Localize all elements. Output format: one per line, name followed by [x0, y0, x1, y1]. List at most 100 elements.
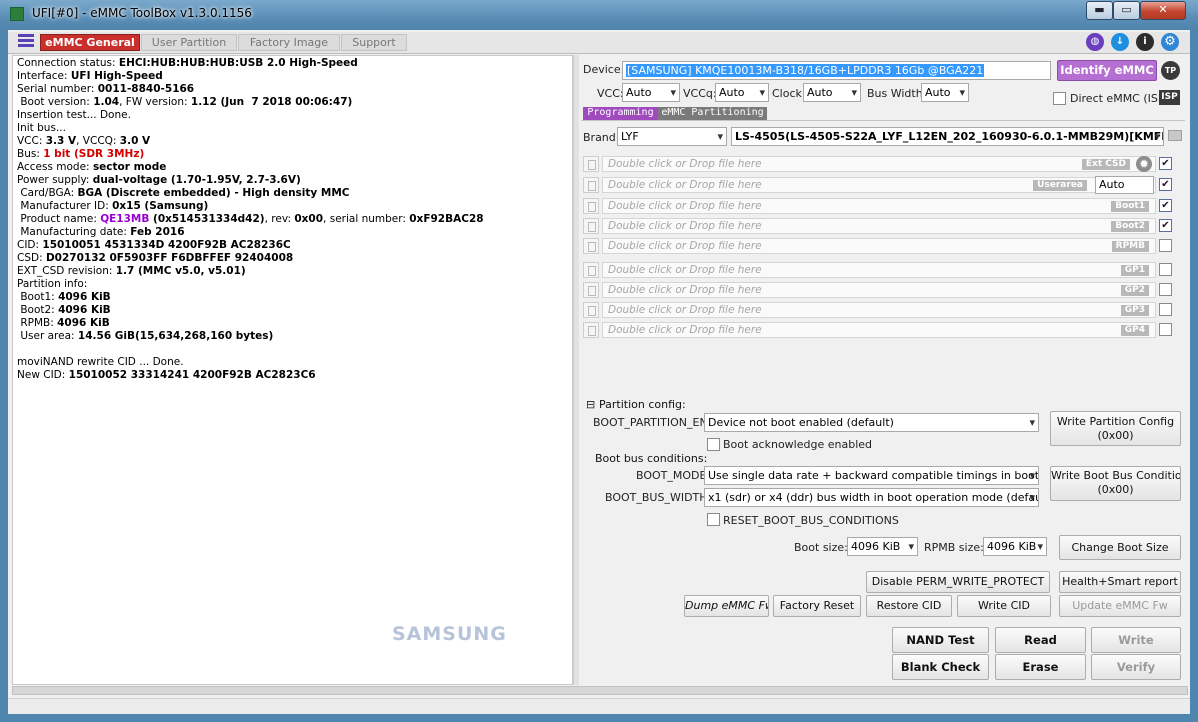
verify-button[interactable]: Verify [1091, 654, 1181, 680]
file-drop-field[interactable]: Double click or Drop file here GP4 [602, 322, 1156, 338]
identify-emmc-button[interactable]: Identify eMMC [1057, 60, 1157, 81]
close-button[interactable]: ✕ [1140, 1, 1186, 20]
write-cid-button[interactable]: Write CID [957, 595, 1051, 617]
tab-user-partition[interactable]: User Partition [141, 34, 237, 51]
factory-reset-button[interactable]: Factory Reset [773, 595, 861, 617]
boot-bus-title: Boot bus conditions: [595, 452, 708, 465]
boot-bus-width-select[interactable]: x1 (sdr) or x4 (ddr) bus width in boot o… [704, 488, 1039, 507]
change-boot-size-button[interactable]: Change Boot Size [1059, 535, 1181, 560]
tab-factory-image[interactable]: Factory Image [238, 34, 340, 51]
restore-cid-button[interactable]: Restore CID [866, 595, 952, 617]
ext-csd-gear-icon[interactable]: ✹ [1136, 156, 1152, 172]
info-icon[interactable]: i [1136, 33, 1154, 51]
log-text: (0x514531334d42) [149, 213, 265, 225]
bus-width-select[interactable]: Auto [921, 83, 969, 102]
file-drop-field[interactable]: Double click or Drop file here Ext CSD [602, 156, 1156, 172]
direct-emmc-checkbox[interactable] [1053, 92, 1066, 105]
file-drop-field[interactable]: Double click or Drop file here Userarea [602, 177, 1156, 193]
vcc-select[interactable]: Auto [622, 83, 680, 102]
nand-test-button[interactable]: NAND Test [892, 627, 989, 653]
file-row: Double click or Drop file here GP3 [583, 302, 1156, 318]
boot-ack-checkbox[interactable] [707, 438, 720, 451]
reset-boot-bus-checkbox[interactable] [707, 513, 720, 526]
file-drop-field[interactable]: Double click or Drop file here Boot2 [602, 218, 1156, 234]
erase-button[interactable]: Erase [995, 654, 1086, 680]
collapse-icon[interactable]: ⊟ [586, 398, 595, 411]
minimize-button[interactable]: ▬ [1086, 1, 1113, 20]
file-enable-checkbox[interactable]: ✔ [1159, 157, 1172, 170]
file-icon[interactable] [583, 302, 599, 318]
log-text: RPMB: [17, 317, 58, 329]
file-icon[interactable] [583, 282, 599, 298]
read-button[interactable]: Read [995, 627, 1086, 653]
tab-emmc-general[interactable]: eMMC General [40, 34, 140, 51]
blank-check-button[interactable]: Blank Check [892, 654, 989, 680]
globe-icon[interactable]: ◍ [1086, 33, 1104, 51]
file-drop-field[interactable]: Double click or Drop file here Boot1 [602, 198, 1156, 214]
file-drop-field[interactable]: Double click or Drop file here GP1 [602, 262, 1156, 278]
log-text: QE13MB [100, 213, 150, 225]
boot-mode-select[interactable]: Use single data rate + backward compatib… [704, 466, 1039, 485]
log-line: User area: 14.56 GiB(15,634,268,160 byte… [17, 330, 568, 343]
file-drop-field[interactable]: Double click or Drop file here RPMB [602, 238, 1156, 254]
firmware-select[interactable]: LS-4505(LS-4505-S22A_LYF_L12EN_202_16093… [731, 127, 1164, 146]
file-enable-checkbox[interactable]: ✔ [1159, 199, 1172, 212]
file-icon[interactable] [583, 322, 599, 338]
update-emmc-fw-button[interactable]: Update eMMC Fw [1059, 595, 1181, 617]
dump-emmc-fw-button[interactable]: Dump eMMC Fw [684, 595, 769, 617]
file-icon[interactable] [583, 218, 599, 234]
file-enable-checkbox[interactable] [1159, 303, 1172, 316]
file-enable-checkbox[interactable] [1159, 323, 1172, 336]
file-enable-checkbox[interactable] [1159, 283, 1172, 296]
boot-partition-en-label: BOOT_PARTITION_EN [593, 416, 708, 429]
rpmb-size-select[interactable]: 4096 KiB [983, 537, 1047, 556]
file-icon[interactable] [583, 177, 599, 193]
tp-button[interactable]: TP [1161, 61, 1180, 80]
disable-perm-write-protect-button[interactable]: Disable PERM_WRITE_PROTECT [866, 571, 1050, 593]
file-enable-checkbox[interactable]: ✔ [1159, 178, 1172, 191]
rpmb-size-label: RPMB size: [924, 541, 984, 554]
brand-select[interactable]: LYF [617, 127, 727, 146]
file-drop-field[interactable]: Double click or Drop file here GP3 [602, 302, 1156, 318]
file-enable-checkbox[interactable] [1159, 239, 1172, 252]
log-text: 3.0 V [119, 135, 151, 147]
subtab-emmc-partitioning[interactable]: eMMC Partitioning [658, 107, 767, 120]
userarea-size-field[interactable]: Auto [1095, 176, 1154, 194]
tab-support[interactable]: Support [341, 34, 407, 51]
panel-splitter[interactable] [573, 55, 579, 685]
clock-select[interactable]: Auto [803, 83, 861, 102]
file-icon[interactable] [583, 262, 599, 278]
file-row: Double click or Drop file here GP1 [583, 262, 1156, 278]
isp-badge[interactable]: ISP [1159, 90, 1180, 105]
maximize-button[interactable]: ▭ [1113, 1, 1140, 20]
hamburger-menu-icon[interactable] [18, 34, 34, 50]
file-icon[interactable] [583, 198, 599, 214]
file-enable-checkbox[interactable]: ✔ [1159, 219, 1172, 232]
log-output[interactable]: Connection status: EHCI:HUB:HUB:HUB:USB … [12, 55, 573, 685]
file-icon[interactable] [583, 156, 599, 172]
vccq-select[interactable]: Auto [715, 83, 769, 102]
log-line: Serial number: 0011-8840-5166 [17, 83, 568, 96]
device-field[interactable]: [SAMSUNG] KMQE10013M-B318/16GB+LPDDR3 16… [622, 61, 1051, 80]
file-icon[interactable] [583, 238, 599, 254]
write-boot-bus-button[interactable]: Write Boot Bus Conditions (0x00) [1050, 466, 1181, 501]
log-text: BGA (Discrete embedded) - High density M… [77, 187, 350, 199]
settings-gear-icon[interactable]: ⚙ [1161, 33, 1179, 51]
download-icon[interactable]: ↓ [1111, 33, 1129, 51]
samsung-watermark: SAMSUNG [392, 623, 507, 645]
vccq-label: VCCq: [683, 87, 717, 100]
boot-size-select[interactable]: 4096 KiB [847, 537, 918, 556]
write-partition-config-button[interactable]: Write Partition Config (0x00) [1050, 411, 1181, 446]
file-drop-field[interactable]: Double click or Drop file here GP2 [602, 282, 1156, 298]
folder-icon[interactable] [1168, 130, 1182, 141]
file-placeholder: Double click or Drop file here [608, 264, 762, 276]
log-line: RPMB: 4096 KiB [17, 317, 568, 330]
log-text: Access mode: [17, 161, 93, 173]
health-smart-report-button[interactable]: Health+Smart report [1059, 571, 1181, 593]
file-enable-checkbox[interactable] [1159, 263, 1172, 276]
subtab-programming[interactable]: Programming [583, 107, 658, 120]
write-button[interactable]: Write [1091, 627, 1181, 653]
file-row: Double click or Drop file here GP4 [583, 322, 1156, 338]
boot-partition-en-select[interactable]: Device not boot enabled (default) [704, 413, 1039, 432]
